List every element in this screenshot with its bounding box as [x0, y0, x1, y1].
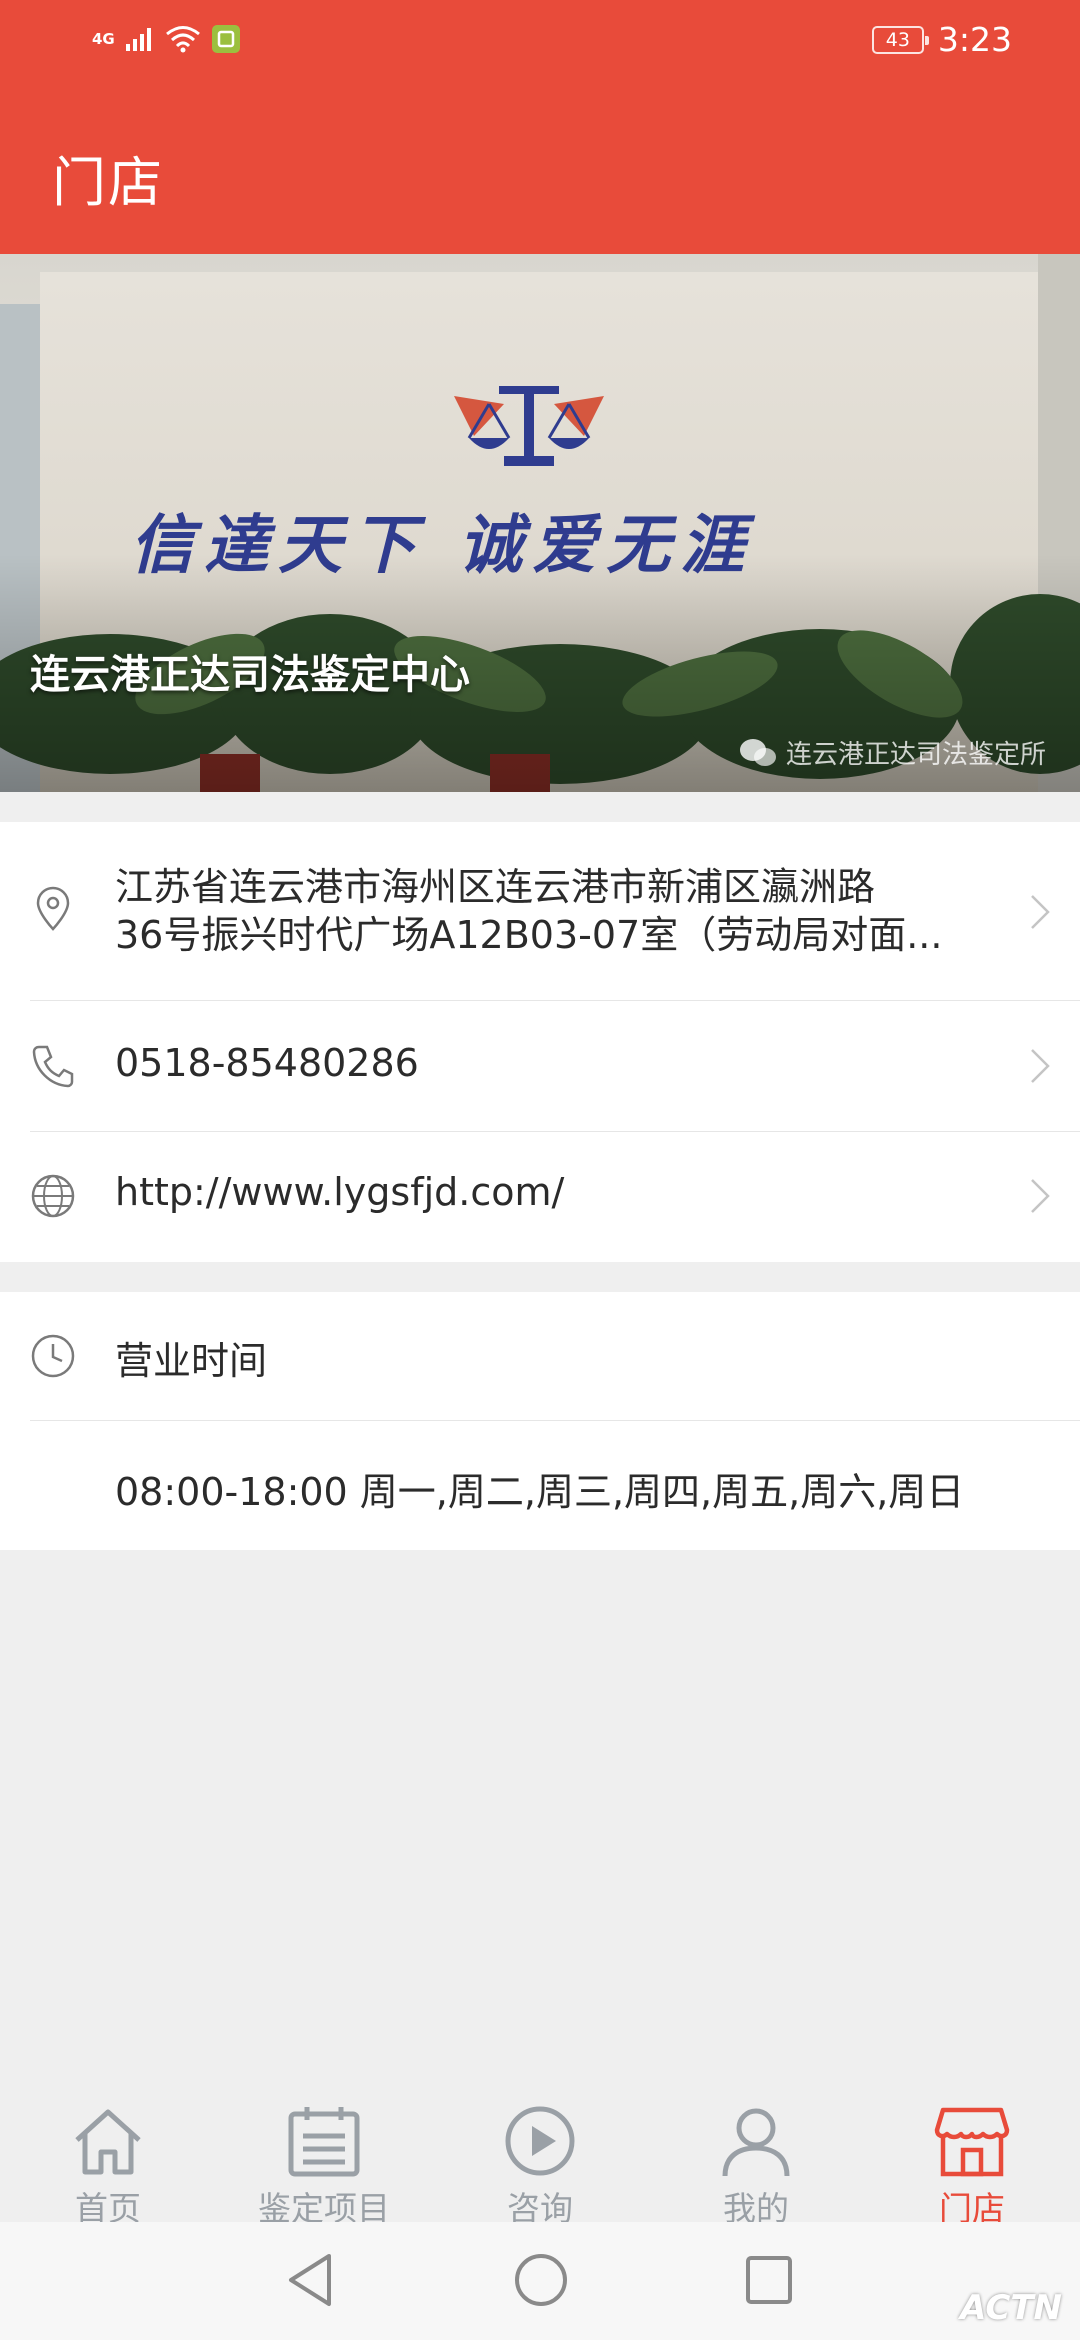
phone-icon [32, 1045, 74, 1088]
signal-icon [125, 28, 151, 51]
address-line-1: 江苏省连云港市海州区连云港市新浦区瀛洲路 [115, 865, 876, 909]
notification-app-icon [211, 25, 240, 53]
store-icon [934, 2107, 1010, 2177]
calendar-icon [288, 2107, 360, 2177]
hours-value: 08:00-18:00 周一,周二,周三,周四,周五,周六,周日 [115, 1470, 965, 1514]
page-title: 门店 [52, 151, 164, 214]
home-icon [75, 2109, 141, 2175]
globe-icon [31, 1174, 75, 1218]
justice-scale-emblem [454, 386, 604, 466]
play-icon [505, 2106, 575, 2176]
bottom-tab-bar: 首页 鉴定项目 咨询 我的 门店 [0, 2088, 1080, 2228]
user-icon [722, 2108, 790, 2177]
back-icon[interactable] [285, 2252, 335, 2308]
store-banner-image: 信達天下 诚爱无涯 连云港正达司法鉴定中心 连云港正达司法鉴定所 [0, 254, 1080, 792]
hours-value-row: 08:00-18:00 周一,周二,周三,周四,周五,周六,周日 [0, 1421, 1080, 1550]
tab-consult[interactable]: 咨询 [450, 2104, 630, 2228]
corner-logo: ACTN [960, 2288, 1062, 2328]
website-link[interactable]: http://www.lygsfjd.com/ [115, 1170, 564, 1214]
tab-store[interactable]: 门店 [882, 2104, 1062, 2228]
app-header: 4G 43 3:23 门店 [0, 0, 1080, 254]
address-line-2: 36号振兴时代广场A12B03-07室（劳动局对面... [115, 913, 943, 957]
address-row[interactable]: 江苏省连云港市海州区连云港市新浦区瀛洲路 36号振兴时代广场A12B03-07室… [0, 822, 1080, 1000]
battery-icon: 43 [871, 25, 929, 54]
watermark-text: 连云港正达司法鉴定所 [785, 740, 1046, 770]
wechat-icon [739, 738, 776, 766]
contact-card: 江苏省连云港市海州区连云港市新浦区瀛洲路 36号振兴时代广场A12B03-07室… [0, 822, 1080, 1262]
website-row[interactable]: http://www.lygsfjd.com/ [0, 1132, 1080, 1262]
hours-label: 营业时间 [115, 1339, 268, 1383]
hours-header-row: 营业时间 [0, 1292, 1080, 1420]
tab-appraisal-projects[interactable]: 鉴定项目 [234, 2104, 414, 2228]
hours-card: 营业时间 08:00-18:00 周一,周二,周三,周四,周五,周六,周日 [0, 1292, 1080, 1550]
recents-icon[interactable] [744, 2252, 794, 2308]
wifi-icon [165, 26, 200, 53]
phone-number: 0518-85480286 [115, 1041, 419, 1085]
clock: 3:23 [937, 20, 1012, 59]
tab-mine[interactable]: 我的 [666, 2104, 846, 2228]
network-type: 4G [92, 30, 115, 48]
store-name: 连云港正达司法鉴定中心 [30, 652, 470, 698]
chevron-right-icon [1031, 1179, 1050, 1213]
status-right: 43 3:23 [871, 20, 1012, 59]
home-circle-icon[interactable] [513, 2252, 569, 2308]
tab-home[interactable]: 首页 [18, 2104, 198, 2228]
chevron-right-icon [1031, 1049, 1050, 1083]
phone-row[interactable]: 0518-85480286 [0, 1001, 1080, 1131]
status-bar: 4G 43 3:23 [0, 0, 1080, 84]
chevron-right-icon [1031, 895, 1050, 929]
status-left: 4G [92, 24, 241, 54]
system-nav-bar [0, 2222, 1080, 2340]
clock-icon [31, 1334, 75, 1378]
address-text: 江苏省连云港市海州区连云港市新浦区瀛洲路 36号振兴时代广场A12B03-07室… [115, 863, 942, 959]
watermark: 连云港正达司法鉴定所 [738, 734, 1046, 771]
location-pin-icon [36, 886, 70, 931]
